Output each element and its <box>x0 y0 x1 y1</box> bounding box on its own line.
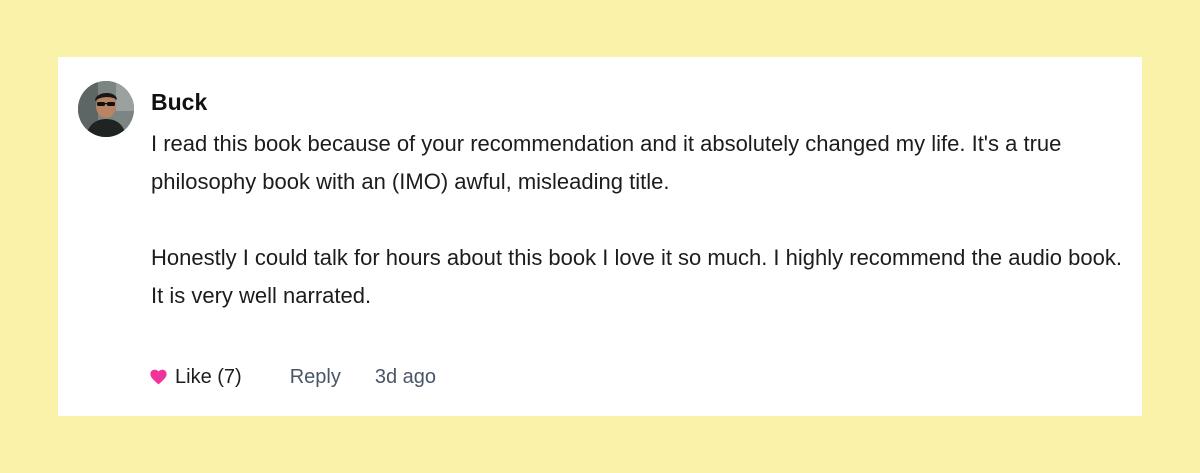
comment-paragraph: I read this book because of your recomme… <box>151 131 1062 194</box>
like-count-label: Like (7) <box>175 365 242 388</box>
comment-body: I read this book because of your recomme… <box>151 125 1126 315</box>
user-avatar-photo-icon <box>78 81 134 137</box>
comment-timestamp[interactable]: 3d ago <box>375 366 436 389</box>
avatar[interactable] <box>78 81 134 137</box>
comment-card: Buck I read this book because of your re… <box>58 57 1142 416</box>
like-button[interactable]: Like (7) <box>150 366 242 389</box>
reply-button[interactable]: Reply <box>290 366 341 389</box>
heart-icon <box>150 369 167 385</box>
comment-author-name[interactable]: Buck <box>151 88 207 116</box>
comment-paragraph: Honestly I could talk for hours about th… <box>151 245 1122 308</box>
comment-actions: Like (7) Reply 3d ago <box>150 363 436 391</box>
